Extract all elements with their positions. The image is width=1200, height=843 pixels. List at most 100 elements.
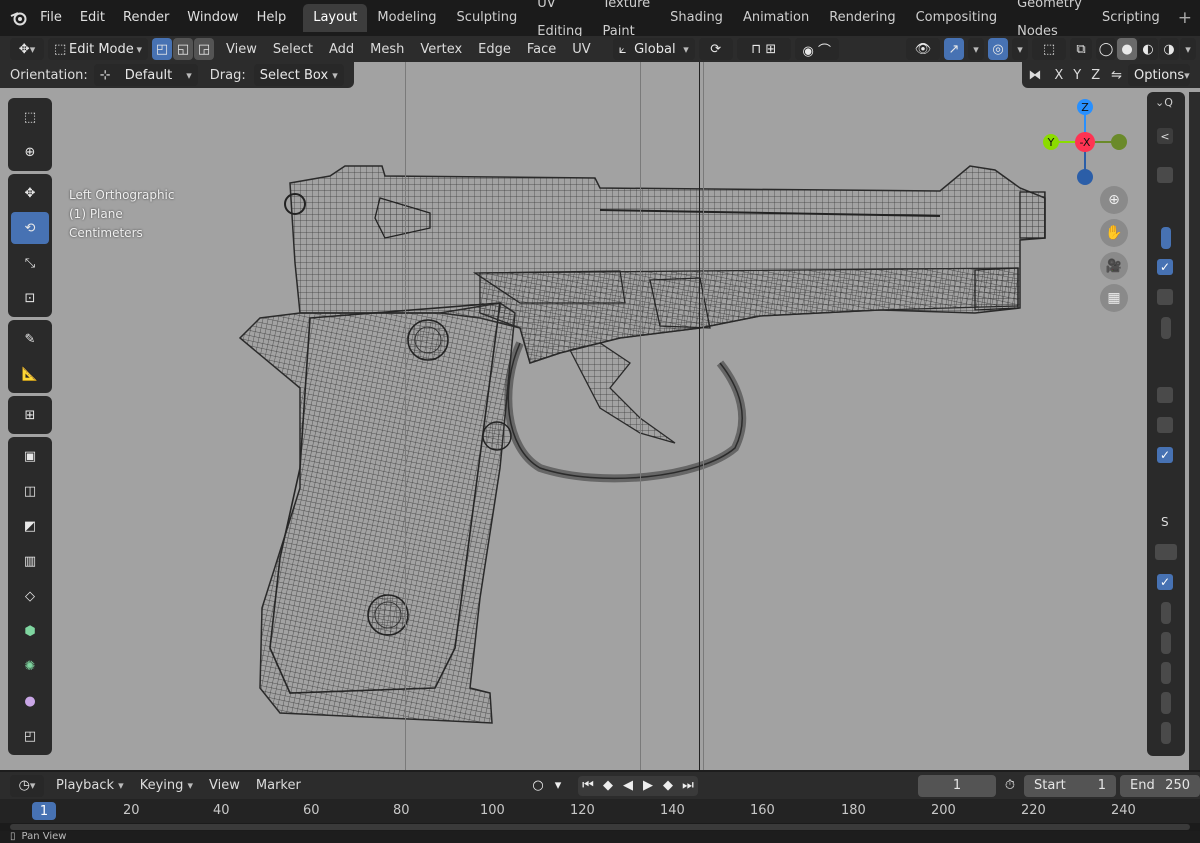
scale-tool[interactable]: ⤡ [11,247,49,279]
drag-select[interactable]: Select Box ▾ [253,64,344,86]
play-reverse-icon[interactable]: ◀ [618,776,638,796]
menu-file[interactable]: File [31,0,71,36]
timeline-ruler[interactable]: 1 20 40 60 80 100 120 140 160 180 200 22… [0,799,1200,823]
menu-marker[interactable]: Marker [248,778,309,793]
panel-toggle[interactable] [1157,417,1173,433]
annotate-tool[interactable]: ✎ [11,323,49,355]
panel-toggle[interactable] [1157,289,1173,305]
prev-keyframe-icon[interactable]: ◆ [598,776,618,796]
menu-help[interactable]: Help [248,0,296,36]
blender-logo-icon[interactable] [6,0,31,36]
current-frame-field[interactable]: 1 [918,774,996,797]
vertex-select-button[interactable]: ◰ [152,38,172,60]
menu-playback[interactable]: Playback ▾ [48,778,132,793]
transform-orientation-select[interactable]: ⟀ Global ▾ [612,38,695,60]
tab-compositing[interactable]: Compositing [906,4,1008,32]
solid-shading-button[interactable]: ● [1117,38,1137,60]
menu-vertex[interactable]: Vertex [412,42,470,57]
stopwatch-icon[interactable]: ⏱ [1000,776,1020,796]
panel-toggle[interactable] [1155,544,1177,560]
menu-window[interactable]: Window [178,0,247,36]
tab-layout[interactable]: Layout [303,4,368,32]
orientation-select[interactable]: ⊹ Default ▾ [93,64,198,86]
timeline-scrollbar[interactable] [0,823,1200,831]
jump-end-icon[interactable]: ⏭ [678,776,698,796]
overlay-options-button[interactable]: ▾ [1012,38,1028,60]
poly-build-tool[interactable]: ⬢ [11,615,49,647]
tab-shading[interactable]: Shading [660,4,733,32]
topology-icon[interactable]: ⇋ [1111,68,1122,83]
panel-slider[interactable] [1161,662,1171,684]
chevron-down-icon[interactable]: ▾ [548,776,568,796]
tab-rendering[interactable]: Rendering [819,4,905,32]
menu-edit[interactable]: Edit [71,0,114,36]
zoom-icon[interactable]: ⊕ [1100,186,1128,214]
neg-x-axis-icon[interactable]: -X [1075,132,1095,152]
rendered-shading-button[interactable]: ◑ [1159,38,1179,60]
face-select-button[interactable]: ◲ [194,38,214,60]
hand-pan-icon[interactable]: ✋ [1100,219,1128,247]
menu-select[interactable]: Select [265,42,321,57]
panel-search-icon[interactable]: ⌄Q [1155,96,1173,109]
transform-tool[interactable]: ⊡ [11,282,49,314]
spin-tool[interactable]: ✺ [11,650,49,682]
loop-cut-tool[interactable]: ▥ [11,545,49,577]
snap-button[interactable]: ⊓ ⊞ [736,38,791,60]
neg-z-axis-icon[interactable] [1077,169,1093,185]
start-frame-field[interactable]: Start 1 [1024,774,1116,797]
rotate-tool[interactable]: ⟲ [11,212,49,244]
knife-tool[interactable]: ◇ [11,580,49,612]
edge-select-button[interactable]: ◱ [173,38,193,60]
tab-animation[interactable]: Animation [733,4,819,32]
shear-tool[interactable]: ◰ [11,720,49,752]
sidebar-tabs[interactable] [1189,92,1200,770]
panel-slider[interactable] [1161,602,1171,624]
jump-start-icon[interactable]: ⏮ [578,776,598,796]
mirror-y-toggle[interactable]: Y [1068,68,1086,83]
xray-button[interactable]: ⧉ [1070,38,1092,60]
inset-tool[interactable]: ◫ [11,475,49,507]
menu-face[interactable]: Face [519,42,564,57]
menu-uv[interactable]: UV [564,42,598,57]
panel-slider[interactable] [1161,632,1171,654]
navigation-gizmo[interactable]: Z Y -X [1035,95,1135,190]
gizmo-options-button[interactable]: ▾ [968,38,984,60]
camera-icon[interactable]: 🎥 [1100,252,1128,280]
visibility-button[interactable]: 👁 [906,38,940,60]
mirror-z-toggle[interactable]: Z [1086,68,1105,83]
cursor-tool[interactable]: ⊕ [11,136,49,168]
mesh-edit-overlay-button[interactable]: ⬚ [1032,38,1066,60]
neg-y-axis-icon[interactable] [1111,134,1127,150]
editor-type-button[interactable]: ✥ ▾ [10,38,44,60]
z-axis-icon[interactable]: Z [1077,99,1093,115]
bevel-tool[interactable]: ◩ [11,510,49,542]
menu-keying[interactable]: Keying ▾ [132,778,201,793]
extrude-tool[interactable]: ▣ [11,440,49,472]
panel-slider[interactable] [1161,722,1171,744]
end-frame-field[interactable]: End 250 [1120,774,1200,797]
gizmo-toggle-button[interactable]: ↗ [944,38,964,60]
panel-toggle[interactable] [1157,387,1173,403]
auto-keying-icon[interactable]: ○ [528,776,548,796]
add-workspace-icon[interactable]: + [1170,8,1200,28]
menu-render[interactable]: Render [114,0,178,36]
options-button[interactable]: Options ▾ [1128,64,1190,86]
smooth-tool[interactable]: ● [11,685,49,717]
move-tool[interactable]: ✥ [11,177,49,209]
overlay-toggle-button[interactable]: ◎ [988,38,1008,60]
panel-checkbox[interactable]: ✓ [1157,259,1173,275]
menu-add[interactable]: Add [321,42,362,57]
panel-checkbox[interactable]: ✓ [1157,574,1173,590]
measure-tool[interactable]: 📐 [11,358,49,390]
3d-viewport[interactable]: Left Orthographic (1) Plane Centimeters [0,88,1200,770]
playhead[interactable]: 1 [32,802,56,820]
panel-slider[interactable] [1161,317,1171,339]
proportional-edit-button[interactable]: ◉ ⌒ [794,38,839,60]
panel-slider[interactable] [1161,692,1171,714]
y-axis-icon[interactable]: Y [1043,134,1059,150]
add-cube-tool[interactable]: ⊞ [11,399,49,431]
mode-select[interactable]: ⬚ Edit Mode ▾ [48,38,148,60]
mirror-icon[interactable]: ⧓ [1028,68,1041,83]
menu-view[interactable]: View [218,42,265,57]
timeline-editor-type-button[interactable]: ◷ ▾ [10,774,44,797]
